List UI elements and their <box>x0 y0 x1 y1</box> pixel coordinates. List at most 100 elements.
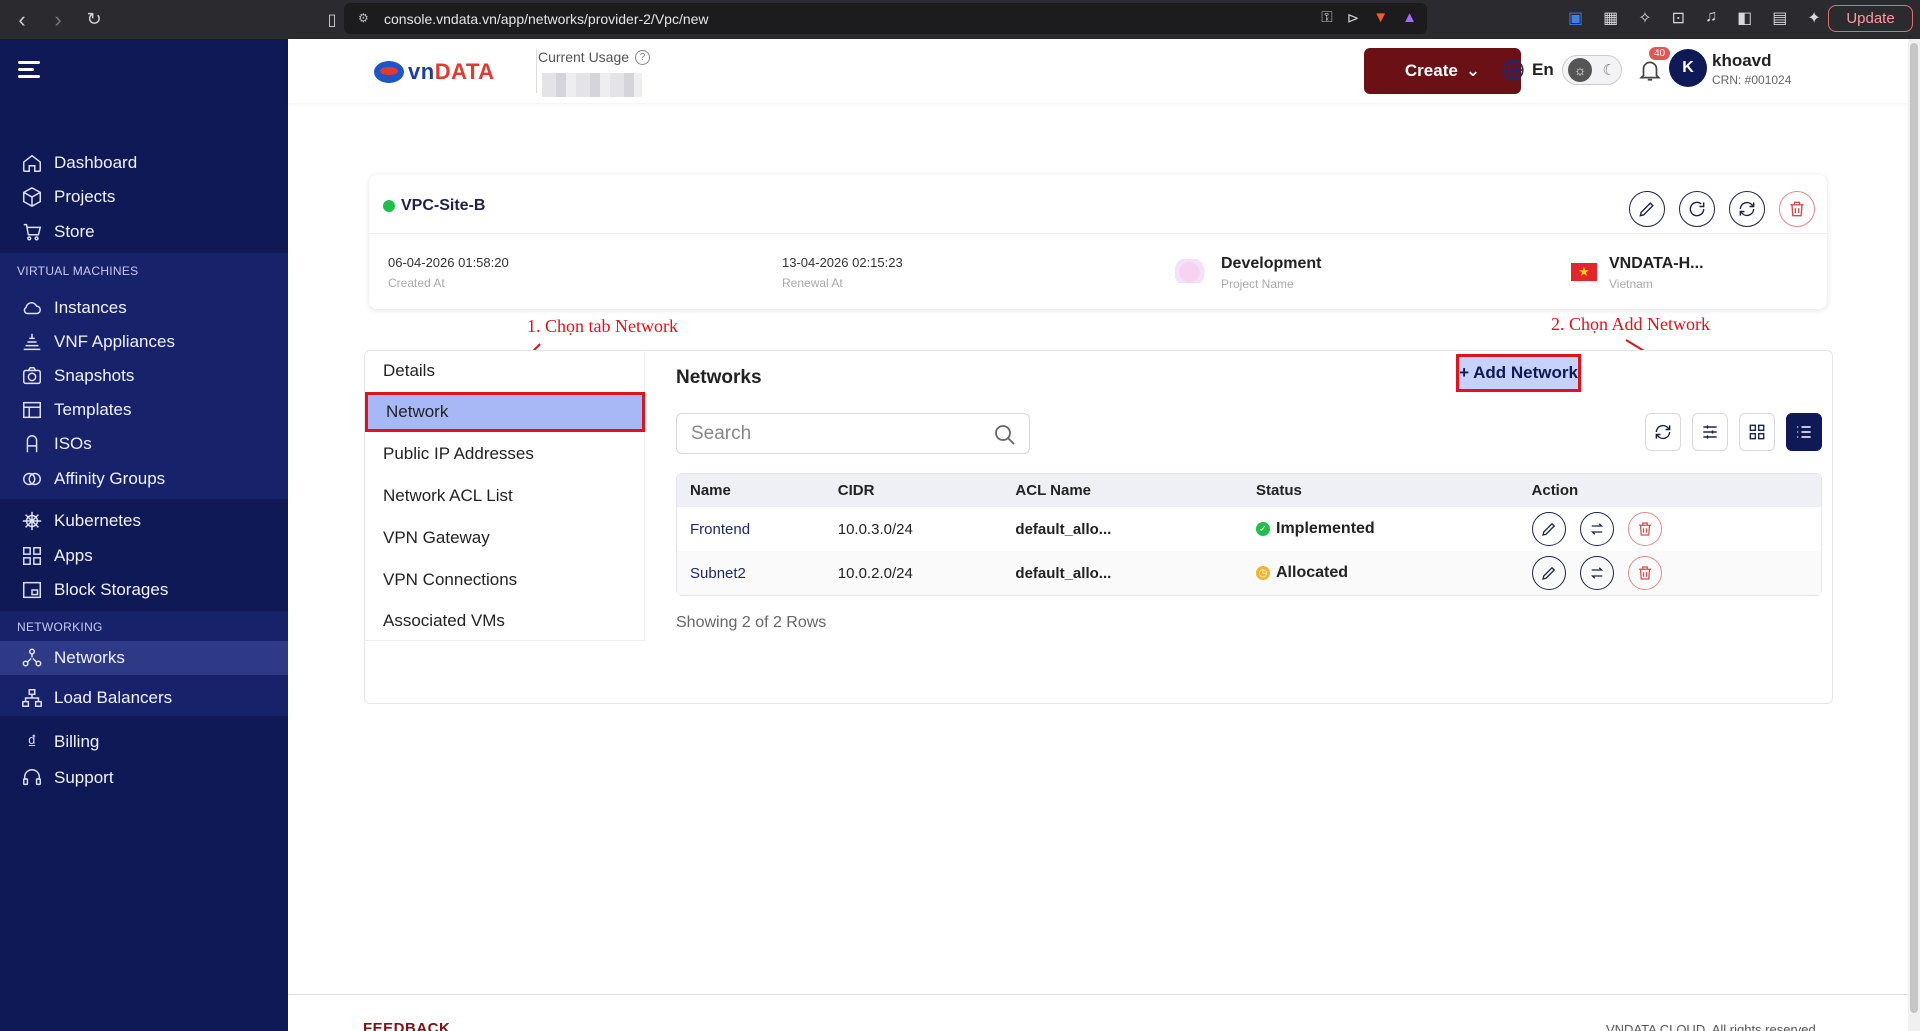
puzzle-icon[interactable]: ✧ <box>1638 8 1651 28</box>
leo-ai-icon[interactable]: ✦ <box>1807 8 1820 28</box>
scrollbar-thumb[interactable] <box>1910 43 1918 1013</box>
sidebar-item-support[interactable]: Support <box>0 757 288 799</box>
theme-toggle[interactable]: ☼ ☾ <box>1562 55 1622 85</box>
add-network-button[interactable]: + Add Network <box>1456 354 1581 392</box>
sidebar-item-label: Affinity Groups <box>54 469 166 488</box>
edit-network-button[interactable] <box>1531 556 1566 590</box>
reload-icon[interactable]: ↻ <box>80 6 108 34</box>
site-info-icon[interactable]: ⚙ <box>358 11 372 25</box>
help-icon[interactable]: ? <box>635 49 651 65</box>
avatar[interactable]: K <box>1669 49 1707 87</box>
tab-network-acl-list[interactable]: Network ACL List <box>365 476 645 516</box>
card-divider <box>369 233 1827 234</box>
rows-count: Showing 2 of 2 Rows <box>676 614 827 631</box>
sidebar-item-load-balancers[interactable]: Load Balancers <box>0 677 288 719</box>
region-name: VNDATA-H... <box>1609 255 1704 272</box>
sidebar-item-label: Load Balancers <box>54 688 173 707</box>
update-button[interactable]: Update <box>1828 5 1913 32</box>
column-header-cidr[interactable]: CIDR <box>838 482 1016 499</box>
menu-icon[interactable] <box>18 61 40 82</box>
sidebar-item-store[interactable]: Store <box>0 211 288 253</box>
language-selector[interactable]: En <box>1500 57 1554 83</box>
screenshot-icon[interactable]: ⊡ <box>1672 8 1685 28</box>
edit-network-button[interactable] <box>1531 512 1566 546</box>
refresh-icon <box>1739 201 1755 217</box>
column-header-status[interactable]: Status <box>1256 482 1532 499</box>
delete-network-button[interactable] <box>1627 512 1662 546</box>
feedback-link[interactable]: FEEDBACK <box>363 1020 450 1031</box>
network-icon <box>20 646 44 670</box>
notifications[interactable]: 40 <box>1637 47 1671 85</box>
restart-vpc-button[interactable] <box>1679 191 1715 227</box>
url-text: console.vndata.vn/app/networks/provider-… <box>384 10 709 27</box>
brave-shield-icon[interactable]: ▼ <box>1373 9 1388 27</box>
address-bar[interactable]: ⚙ console.vndata.vn/app/networks/provide… <box>344 3 1427 34</box>
sidebar-item-label: Kubernetes <box>54 511 141 530</box>
list-view-button[interactable] <box>1786 413 1822 451</box>
tab-details[interactable]: Details <box>365 351 645 391</box>
delete-network-button[interactable] <box>1627 556 1662 590</box>
home-icon <box>20 151 44 175</box>
iso-icon <box>20 432 44 456</box>
swap-icon <box>1590 567 1603 579</box>
page-scrollbar[interactable] <box>1908 39 1920 1031</box>
vpc-title: VPC-Site-B <box>383 197 485 215</box>
table-row: Frontend 10.0.3.0/24 default_allo... ✓ I… <box>677 507 1821 551</box>
sidebar-item-label: Projects <box>54 187 116 206</box>
sidebar-item-label: Store <box>54 222 95 241</box>
balancer-icon <box>20 686 44 710</box>
create-button[interactable]: Create ⌄ <box>1364 48 1521 94</box>
vndata-logo[interactable]: vn DATA <box>374 59 495 85</box>
annotation-step2: 2. Chọn Add Network <box>1551 314 1710 334</box>
wallet-icon[interactable]: ▤ <box>1772 8 1787 28</box>
grid-icon <box>1749 424 1765 440</box>
column-header-name[interactable]: Name <box>677 482 838 499</box>
sidebar-item-networks[interactable]: Networks <box>0 641 288 675</box>
replace-acl-button[interactable] <box>1579 556 1614 590</box>
search-input[interactable]: Search <box>676 413 1030 454</box>
sidebar-item-label: Networks <box>54 648 125 667</box>
edit-vpc-button[interactable] <box>1629 191 1665 227</box>
sidebar-item-affinity-groups[interactable]: Affinity Groups <box>0 458 288 500</box>
check-icon: ✓ <box>1256 522 1270 536</box>
status-dot <box>383 200 395 212</box>
app-header: vn DATA Current Usage ? Create ⌄ En ☼ ☾ 4… <box>288 39 1920 103</box>
key-icon[interactable]: ⚿ <box>1321 9 1332 27</box>
column-header-acl-name[interactable]: ACL Name <box>1015 482 1256 499</box>
forward-icon[interactable]: › <box>44 6 72 34</box>
create-button-label: Create <box>1404 61 1458 80</box>
filter-button[interactable] <box>1692 413 1728 451</box>
back-icon[interactable]: ‹ <box>8 6 36 34</box>
user-name[interactable]: khoavd <box>1712 51 1772 71</box>
tab-network[interactable]: Network <box>365 392 645 432</box>
send-icon[interactable]: ⊳ <box>1347 9 1360 27</box>
extension-icon[interactable]: ▣ <box>1568 8 1583 28</box>
project-info: Development Project Name <box>1221 255 1321 291</box>
delete-vpc-button[interactable] <box>1779 191 1815 227</box>
header-divider <box>536 49 537 93</box>
tab-public-ip-addresses[interactable]: Public IP Addresses <box>365 434 645 474</box>
footer-divider <box>288 994 1908 995</box>
extension-icon[interactable]: ▦ <box>1603 8 1618 28</box>
brave-rewards-icon[interactable]: ▲ <box>1402 9 1417 27</box>
sidebar-toggle-icon[interactable]: ◧ <box>1737 8 1752 28</box>
refresh-button[interactable] <box>1645 413 1681 451</box>
bell-icon <box>1639 61 1661 81</box>
network-name-link[interactable]: Subnet2 <box>677 565 838 582</box>
table-header: Name CIDR ACL Name Status Action <box>677 474 1821 507</box>
tab-vpn-gateway[interactable]: VPN Gateway <box>365 518 645 558</box>
bookmark-icon[interactable]: ▯ <box>318 6 346 34</box>
chevron-down-icon: ⌄ <box>1465 61 1481 80</box>
tab-associated-vms[interactable]: Associated VMs <box>365 601 645 641</box>
tab-vpn-connections[interactable]: VPN Connections <box>365 560 645 600</box>
network-acl: default_allo... <box>1015 564 1112 582</box>
refresh-icon <box>1655 424 1671 440</box>
grid-view-button[interactable] <box>1739 413 1775 451</box>
refresh-vpc-button[interactable] <box>1729 191 1765 227</box>
network-name-link[interactable]: Frontend <box>677 521 838 538</box>
music-icon[interactable]: ♫ <box>1705 8 1717 28</box>
sidebar-item-block-storages[interactable]: Block Storages <box>0 569 288 611</box>
replace-acl-button[interactable] <box>1579 512 1614 546</box>
user-crn: CRN: #001024 <box>1712 73 1792 87</box>
network-status: ◷ Allocated <box>1256 564 1532 582</box>
